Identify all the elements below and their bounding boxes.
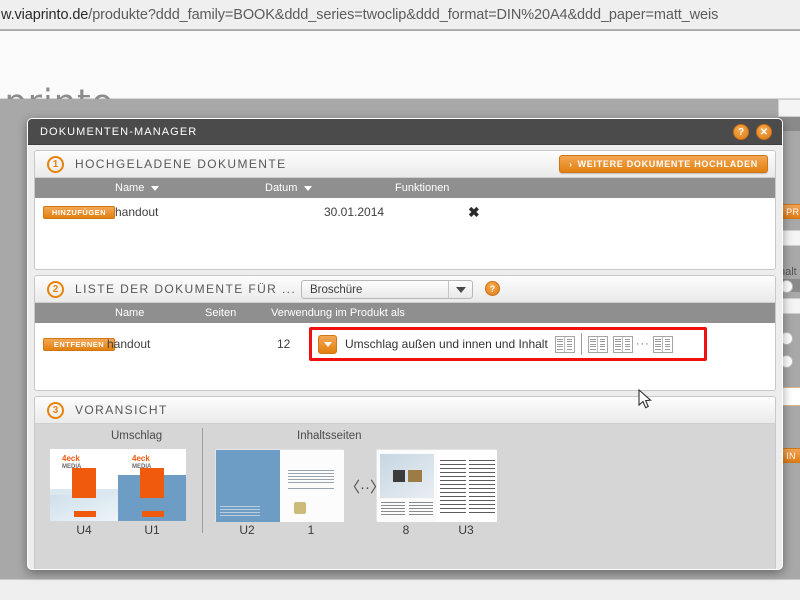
delete-document-icon[interactable]: ✖ [468,204,480,221]
caption-page-8: 8 [402,523,410,537]
section-document-list: 2 LISTE DER DOKUMENTE FÜR ... Broschüre … [34,275,776,391]
chevron-down-icon[interactable] [448,281,472,298]
section2-row-area: ENTFERNEN handout 12 Umschlag außen und … [35,323,775,390]
column-header-funktionen: Funktionen [395,182,450,194]
page-spread-icon-2[interactable] [612,335,633,353]
page-spread-icon-last[interactable] [652,335,673,353]
section-preview: 3 VORANSICHT Umschlag Inhaltsseiten 4eck… [34,396,776,569]
page-spread-icon-cover[interactable] [554,335,575,353]
site-header: aprinto STARTSEITE PRODUKTE & PREISE DOK… [0,31,800,123]
upload-button-label: WEITERE DOKUMENTE HOCHLADEN [577,159,758,169]
add-document-button[interactable]: HINZUFÜGEN [43,205,115,219]
preview-group-inner-label: Inhaltsseiten [297,430,362,442]
url-text: w.viaprinto.de/produkte?ddd_family=BOOK&… [0,7,718,23]
caption-u3: U3 [458,523,474,537]
mouse-cursor [638,389,652,409]
caption-u4: U4 [76,523,92,537]
section3-step-number: 3 [47,401,64,419]
browser-url-bar[interactable]: w.viaprinto.de/produkte?ddd_family=BOOK&… [0,0,800,30]
section1-header: 1 HOCHGELADENE DOKUMENTE › WEITERE DOKUM… [35,151,775,178]
url-host: w.viaprinto.de [1,6,89,23]
page-assignment-icons: ··· [554,333,673,355]
column-header-verwendung: Verwendung im Produkt als [271,307,405,319]
caption-u1: U1 [144,523,160,537]
section3-header: 3 VORANSICHT [35,397,775,424]
page-spread-icon-1[interactable] [587,335,608,353]
preview-group-cover-label: Umschlag [111,430,163,442]
dokumenten-manager-dialog: DOKUMENTEN-MANAGER ? ✕ 1 HOCHGELADENE DO… [27,118,783,570]
dropdown-value: Broschüre [310,283,363,296]
section-uploaded-documents: 1 HOCHGELADENE DOKUMENTE › WEITERE DOKUM… [34,150,776,270]
column-header-name: Name [115,307,145,319]
ellipsis-label: ··· [635,338,650,350]
product-type-dropdown[interactable]: Broschüre [301,280,473,299]
usage-highlight-box: Umschlag außen und innen und Inhalt ··· [309,327,707,361]
thumbnail-cover-spread[interactable]: 4eck MEDIA 4eck MEDIA [50,449,186,521]
chevron-right-icon: › [569,159,573,169]
dialog-title: DOKUMENTEN-MANAGER [40,125,198,138]
section1-table-header: Name Datum Funktionen [35,178,775,198]
section2-table-header: Name Seiten Verwendung im Produkt als [35,303,775,323]
column-header-name[interactable]: Name [35,182,265,194]
bg-panel-a [778,99,800,117]
cell-name: handout [115,205,159,219]
remove-document-button[interactable]: ENTFERNEN [43,337,115,351]
browser-bottom-strip [0,579,800,600]
sort-arrow-icon [151,185,160,191]
usage-label: Umschlag außen und innen und Inhalt [345,337,548,351]
thumbnail-inner-spread-1[interactable] [215,449,344,522]
sort-arrow-icon [304,185,313,191]
brand-name-right: 4eck [132,454,150,463]
section1-title: HOCHGELADENE DOKUMENTE [75,157,287,171]
upload-more-documents-button[interactable]: › WEITERE DOKUMENTE HOCHLADEN [559,155,768,173]
icon-divider [580,333,582,355]
thumbnail-inner-spread-2[interactable] [376,449,497,522]
cell-name: handout [107,337,151,351]
caption-u2: U2 [239,523,255,537]
preview-body: Umschlag Inhaltsseiten 4eck MEDIA 4eck M… [35,424,775,569]
cell-date: 30.01.2014 [324,205,385,219]
section2-title: LISTE DER DOKUMENTE FÜR ... [75,282,297,296]
section1-step-number: 1 [47,155,64,173]
section2-header: 2 LISTE DER DOKUMENTE FÜR ... Broschüre … [35,276,775,303]
usage-expand-button[interactable] [318,334,337,354]
column-header-seiten: Seiten [205,307,237,319]
section2-step-number: 2 [47,280,64,298]
dialog-title-bar: DOKUMENTEN-MANAGER ? ✕ [28,119,782,145]
url-path: /produkte?ddd_family=BOOK&ddd_series=two… [88,6,719,23]
preview-divider [202,428,203,533]
table-row: HINZUFÜGEN handout 30.01.2014 ✖ [35,198,775,226]
section2-help-icon[interactable]: ? [485,281,500,296]
help-icon[interactable]: ? [733,124,749,140]
caption-page-1: 1 [307,523,315,537]
close-icon[interactable]: ✕ [756,124,772,140]
section3-title: VORANSICHT [75,403,168,417]
brand-name-left: 4eck [62,454,80,463]
column-header-datum[interactable]: Datum [265,182,395,194]
